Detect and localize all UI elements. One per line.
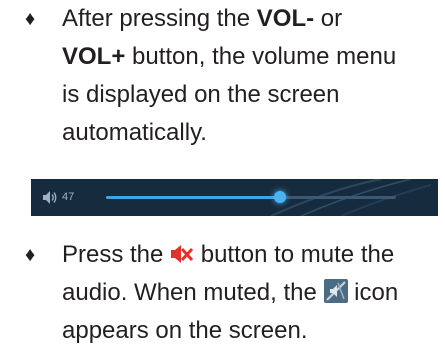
volume-slider-track[interactable] bbox=[106, 191, 396, 203]
mute-speaker-icon bbox=[171, 245, 194, 263]
paragraph-line: is displayed on the screen bbox=[62, 81, 340, 108]
volume-slider-knob[interactable] bbox=[274, 191, 286, 203]
volume-slider-fill bbox=[106, 196, 280, 199]
muted-indicator-icon bbox=[323, 279, 348, 303]
paragraph-line: Press the button to mute the bbox=[62, 241, 395, 268]
paragraph-line: audio. When muted, the icon bbox=[62, 279, 399, 306]
bullet-diamond: ♦ bbox=[25, 244, 36, 266]
paragraph-line: automatically. bbox=[62, 119, 207, 146]
speaker-icon bbox=[43, 191, 57, 204]
volume-menu-bar: 47 bbox=[31, 179, 438, 216]
vol-plus-label: VOL+ bbox=[62, 43, 126, 70]
paragraph-line: VOL+ button, the volume menu bbox=[62, 43, 397, 70]
vol-minus-label: VOL- bbox=[256, 5, 315, 32]
paragraph-line: After pressing the VOL- or bbox=[62, 5, 343, 32]
bullet-diamond: ♦ bbox=[25, 8, 36, 30]
volume-level-value: 47 bbox=[62, 191, 75, 203]
paragraph-line: appears on the screen. bbox=[62, 317, 308, 344]
